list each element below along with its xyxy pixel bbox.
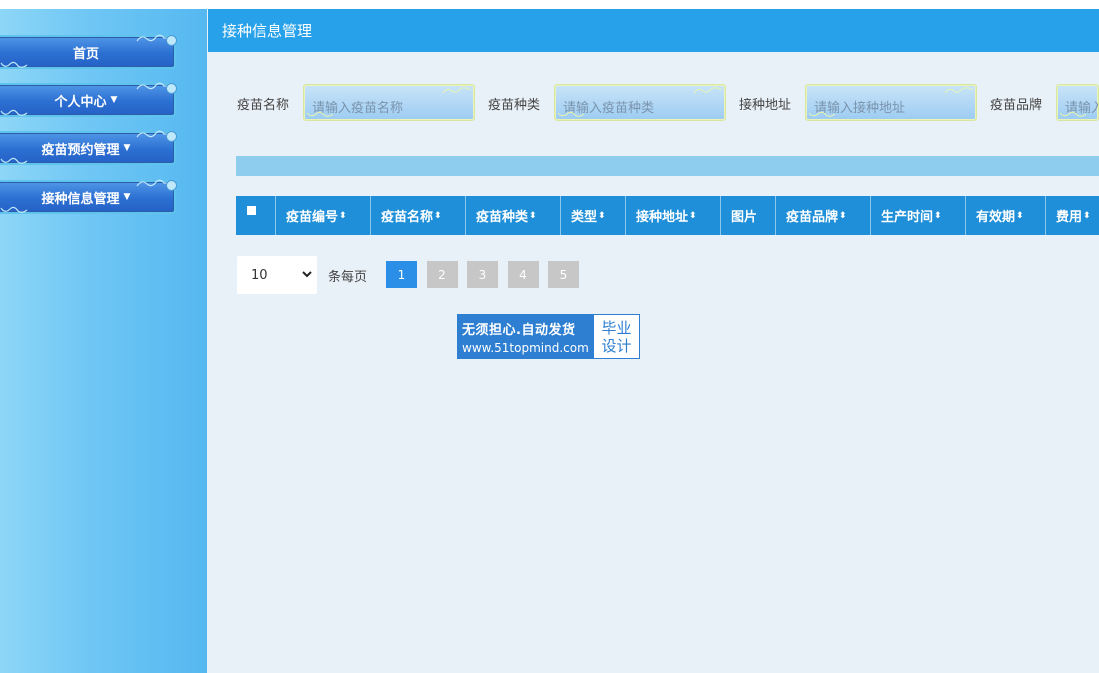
vaccination-address-label: 接种地址 [739,98,792,113]
page-size-value: 10 [251,267,268,283]
vaccine-brand-input[interactable]: 请输入疫苗品牌 [1056,84,1099,121]
vaccine-brand-label: 疫苗品牌 [990,98,1043,113]
select-all-cell [236,196,276,235]
top-strip [0,0,1099,9]
ornament-icon [0,157,28,164]
sidebar-item-vaccine-appointment[interactable]: 疫苗预约管理 ▼ [0,130,177,165]
ornament-icon [808,111,836,117]
watermark-badge: 无须担心.自动发货 www.51topmind.com 毕业 设计 [457,314,640,359]
ornament-dot-icon [166,35,177,46]
sort-icon: ⬍ [839,210,847,221]
ornament-icon [0,109,28,116]
sidebar-item-label: 疫苗预约管理 [41,142,120,158]
sort-icon: ⬍ [339,210,347,221]
column-header[interactable]: 有效期 ⬍ [966,196,1046,235]
ornament-icon [0,61,28,68]
ornament-icon [0,206,28,213]
sort-icon: ⬍ [598,210,606,221]
table-header: 疫苗编号 ⬍ 疫苗名称 ⬍ 疫苗种类 ⬍ 类型 ⬍ 接种地址 ⬍ 图片 疫苗品牌 ⬍ 生产时… [236,196,1099,235]
column-header: 图片 [721,196,776,235]
page-header: 接种信息管理 [208,9,1099,52]
pagination: 1 2 3 4 5 [386,261,589,288]
page-button-1[interactable]: 1 [386,261,417,288]
ornament-dot-icon [166,180,177,191]
watermark-right: 毕业 设计 [594,315,639,358]
sidebar-item-home[interactable]: 首页 [0,34,177,69]
sort-icon: ⬍ [1016,210,1024,221]
watermark-url: www.51topmind.com [462,340,589,355]
sidebar-item-label: 个人中心 [54,94,107,110]
column-header[interactable]: 费用 ⬍ [1046,196,1099,235]
ornament-dot-icon [166,83,177,94]
per-page-label: 条每页 [328,270,368,285]
sidebar-item-label: 接种信息管理 [41,191,120,207]
column-header[interactable]: 疫苗名称 ⬍ [371,196,466,235]
sort-icon: ⬍ [934,210,942,221]
column-header[interactable]: 疫苗种类 ⬍ [466,196,561,235]
column-header[interactable]: 疫苗品牌 ⬍ [776,196,871,235]
page-button-4[interactable]: 4 [507,261,539,288]
caret-down-icon: ▼ [110,95,118,105]
ornament-dot-icon [166,131,177,142]
sidebar-item-vaccination-info[interactable]: 接种信息管理 ▼ [0,179,177,214]
column-header[interactable]: 类型 ⬍ [561,196,626,235]
watermark-text: 毕业 [601,318,632,337]
ornament-icon [1059,111,1087,117]
select-all-checkbox[interactable] [247,206,256,215]
page-size-select[interactable]: 10 [237,256,317,294]
watermark-slogan: 无须担心.自动发货 [462,322,576,338]
chevron-down-icon [302,271,312,278]
sidebar-item-label: 首页 [72,46,99,62]
column-header[interactable]: 生产时间 ⬍ [871,196,966,235]
sort-icon: ⬍ [1083,210,1091,221]
watermark-text: 设计 [601,336,632,355]
column-header[interactable]: 疫苗编号 ⬍ [276,196,371,235]
ornament-icon [557,111,585,117]
ornament-icon [944,87,974,94]
page-button-2[interactable]: 2 [426,261,458,288]
page-button-5[interactable]: 5 [548,261,579,288]
sidebar-item-personal-center[interactable]: 个人中心 ▼ [0,82,177,117]
sort-icon: ⬍ [434,210,442,221]
action-bar [236,156,1099,176]
vaccine-type-input[interactable]: 请输入疫苗种类 [554,84,726,121]
ornament-icon [693,87,723,94]
page-button-3[interactable]: 3 [467,261,498,288]
vaccine-name-label: 疫苗名称 [237,98,290,113]
sort-icon: ⬍ [529,210,537,221]
page-title: 接种信息管理 [222,22,313,40]
vaccine-name-input[interactable]: 请输入疫苗名称 [303,84,475,121]
caret-down-icon: ▼ [123,143,131,153]
vaccination-address-input[interactable]: 请输入接种地址 [805,84,977,121]
sort-icon: ⬍ [689,210,697,221]
sidebar: 首页 个人中心 ▼ 疫苗预约管理 ▼ 接种信息管理 ▼ [0,9,207,673]
ornament-icon [306,111,334,117]
caret-down-icon: ▼ [123,192,131,202]
watermark-left: 无须担心.自动发货 www.51topmind.com [458,315,594,358]
column-header[interactable]: 接种地址 ⬍ [626,196,721,235]
ornament-icon [442,87,472,94]
vaccine-type-label: 疫苗种类 [488,98,541,113]
